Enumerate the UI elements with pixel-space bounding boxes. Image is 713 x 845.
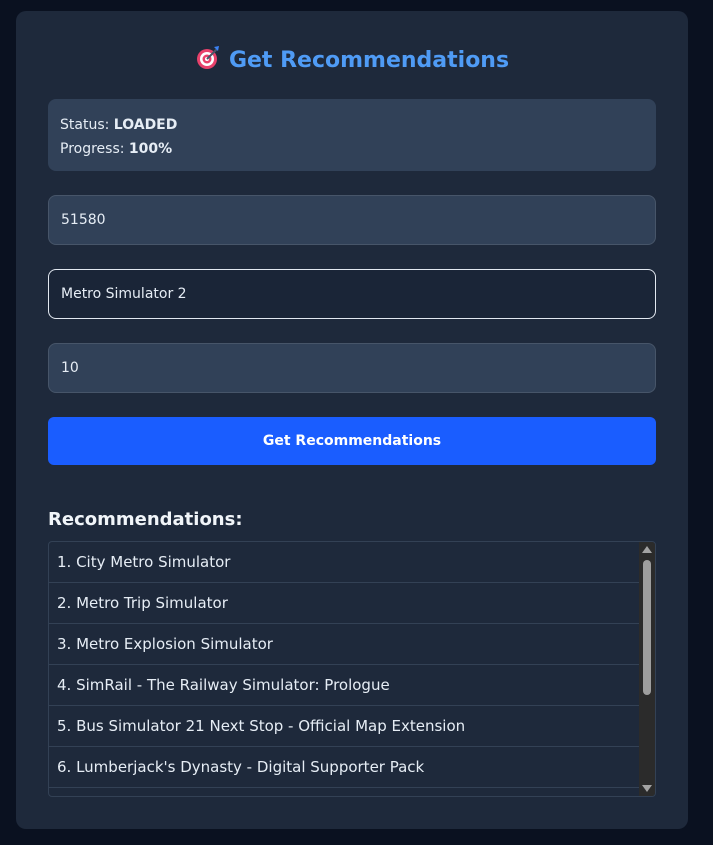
get-recommendations-button[interactable]: Get Recommendations [48, 417, 656, 465]
recommendations-list[interactable]: 1. City Metro Simulator 2. Metro Trip Si… [48, 541, 656, 797]
list-item: 6. Lumberjack's Dynasty - Digital Suppor… [49, 747, 639, 788]
progress-label: Progress: [60, 141, 125, 157]
list-item: 1. City Metro Simulator [49, 542, 639, 583]
scroll-up-icon[interactable] [642, 546, 652, 553]
status-line: Status: LOADED [60, 113, 644, 137]
progress-line: Progress: 100% [60, 137, 644, 161]
progress-value: 100% [128, 141, 173, 157]
status-panel: Status: LOADED Progress: 100% [48, 99, 656, 171]
list-item: 5. Bus Simulator 21 Next Stop - Official… [49, 706, 639, 747]
list-item: 4. SimRail - The Railway Simulator: Prol… [49, 665, 639, 706]
list-item: 3. Metro Explosion Simulator [49, 624, 639, 665]
app-id-input[interactable] [48, 195, 656, 245]
page-title: Get Recommendations [16, 45, 688, 77]
list-item: 2. Metro Trip Simulator [49, 583, 639, 624]
recommendation-card: Get Recommendations Status: LOADED Progr… [16, 11, 688, 829]
page-title-text: Get Recommendations [228, 48, 510, 73]
status-label: Status: [60, 117, 110, 133]
scroll-thumb[interactable] [643, 560, 651, 695]
list-scrollbar[interactable] [639, 542, 655, 796]
game-name-input[interactable] [48, 269, 656, 319]
status-value: LOADED [113, 117, 178, 133]
count-input[interactable] [48, 343, 656, 393]
target-icon [195, 45, 221, 77]
scroll-down-icon[interactable] [642, 785, 652, 792]
recommendations-heading: Recommendations: [48, 509, 243, 530]
